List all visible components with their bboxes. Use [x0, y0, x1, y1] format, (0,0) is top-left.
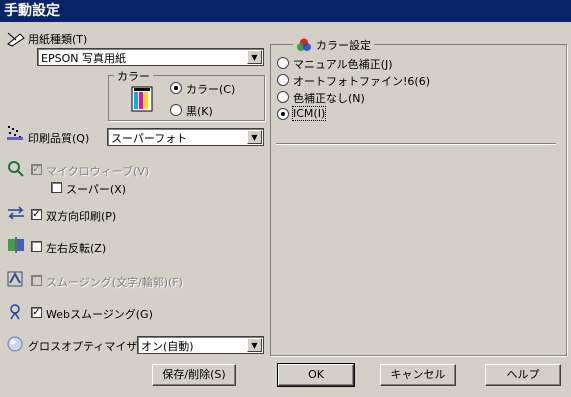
icm-radio[interactable] [277, 108, 289, 120]
smoothing-label: スムージング(文字/輪郭)(F) [46, 276, 183, 289]
gloss-optimizer-dropdown[interactable]: オン(自動) ▼ [137, 336, 264, 354]
web-smoothing-icon [10, 304, 20, 320]
bidirectional-icon [8, 206, 24, 220]
super-checkbox[interactable] [51, 182, 62, 193]
chevron-down-icon[interactable]: ▼ [247, 50, 262, 64]
color-settings-title: カラー設定 [293, 37, 374, 53]
paper-type-label: 用紙種類(T) [28, 33, 88, 46]
microweave-checkbox[interactable]: ✓ [31, 164, 42, 175]
microweave-icon [8, 161, 24, 177]
paper-type-icon [7, 32, 25, 47]
help-button[interactable]: ヘルプ [485, 364, 561, 386]
smoothing-icon [7, 271, 23, 287]
mirror-checkbox[interactable] [31, 241, 42, 252]
color-radio[interactable] [170, 82, 182, 94]
black-radio-label: 黒(K) [186, 105, 213, 118]
gloss-optimizer-value: オン(自動) [141, 340, 194, 353]
print-quality-dropdown[interactable]: スーパーフォト ▼ [107, 128, 264, 146]
icm-label: ICM(I) [291, 106, 327, 121]
no-color-adjust-radio[interactable] [277, 91, 289, 103]
chevron-down-icon[interactable]: ▼ [247, 130, 262, 144]
mirror-label: 左右反転(Z) [46, 242, 107, 255]
gloss-optimizer-icon [7, 336, 23, 352]
no-color-adjust-label: 色補正なし(N) [293, 92, 365, 105]
bidirectional-label: 双方向印刷(P) [46, 210, 117, 223]
super-label: スーパー(X) [66, 183, 127, 196]
bidirectional-checkbox[interactable]: ✓ [31, 209, 42, 220]
chevron-down-icon[interactable]: ▼ [247, 338, 262, 352]
color-circles-icon [297, 38, 311, 51]
print-quality-label: 印刷品質(Q) [28, 132, 90, 145]
mirror-icon [8, 237, 24, 253]
print-quality-value: スーパーフォト [111, 132, 188, 145]
manual-color-label: マニュアル色補正(J) [293, 58, 393, 71]
microweave-label: マイクロウィーブ(V) [46, 165, 150, 178]
auto-photo-fine-radio[interactable] [277, 74, 289, 86]
ink-cartridge-icon [131, 86, 153, 112]
black-radio[interactable] [170, 104, 182, 116]
smoothing-checkbox[interactable] [31, 275, 42, 286]
color-radio-label: カラー(C) [186, 83, 236, 96]
divider [276, 143, 556, 145]
cancel-button[interactable]: キャンセル [380, 364, 456, 386]
paper-type-value: EPSON 写真用紙 [41, 52, 126, 65]
auto-photo-fine-label: オートフォトファイン!6(6) [293, 75, 430, 88]
print-quality-icon [7, 126, 23, 140]
gloss-optimizer-label: グロスオプティマイザ(H) [28, 340, 155, 353]
color-group-title: カラー [114, 68, 153, 84]
paper-type-dropdown[interactable]: EPSON 写真用紙 ▼ [37, 48, 264, 66]
ok-button[interactable]: OK [277, 363, 355, 387]
color-settings-title-text: カラー設定 [316, 39, 371, 52]
web-smoothing-checkbox[interactable]: ✓ [31, 307, 42, 318]
save-delete-button[interactable]: 保存/削除(S) [152, 364, 236, 386]
web-smoothing-label: Webスムージング(G) [46, 308, 153, 321]
manual-color-radio[interactable] [277, 57, 289, 69]
window-title: 手動設定 [0, 0, 571, 22]
